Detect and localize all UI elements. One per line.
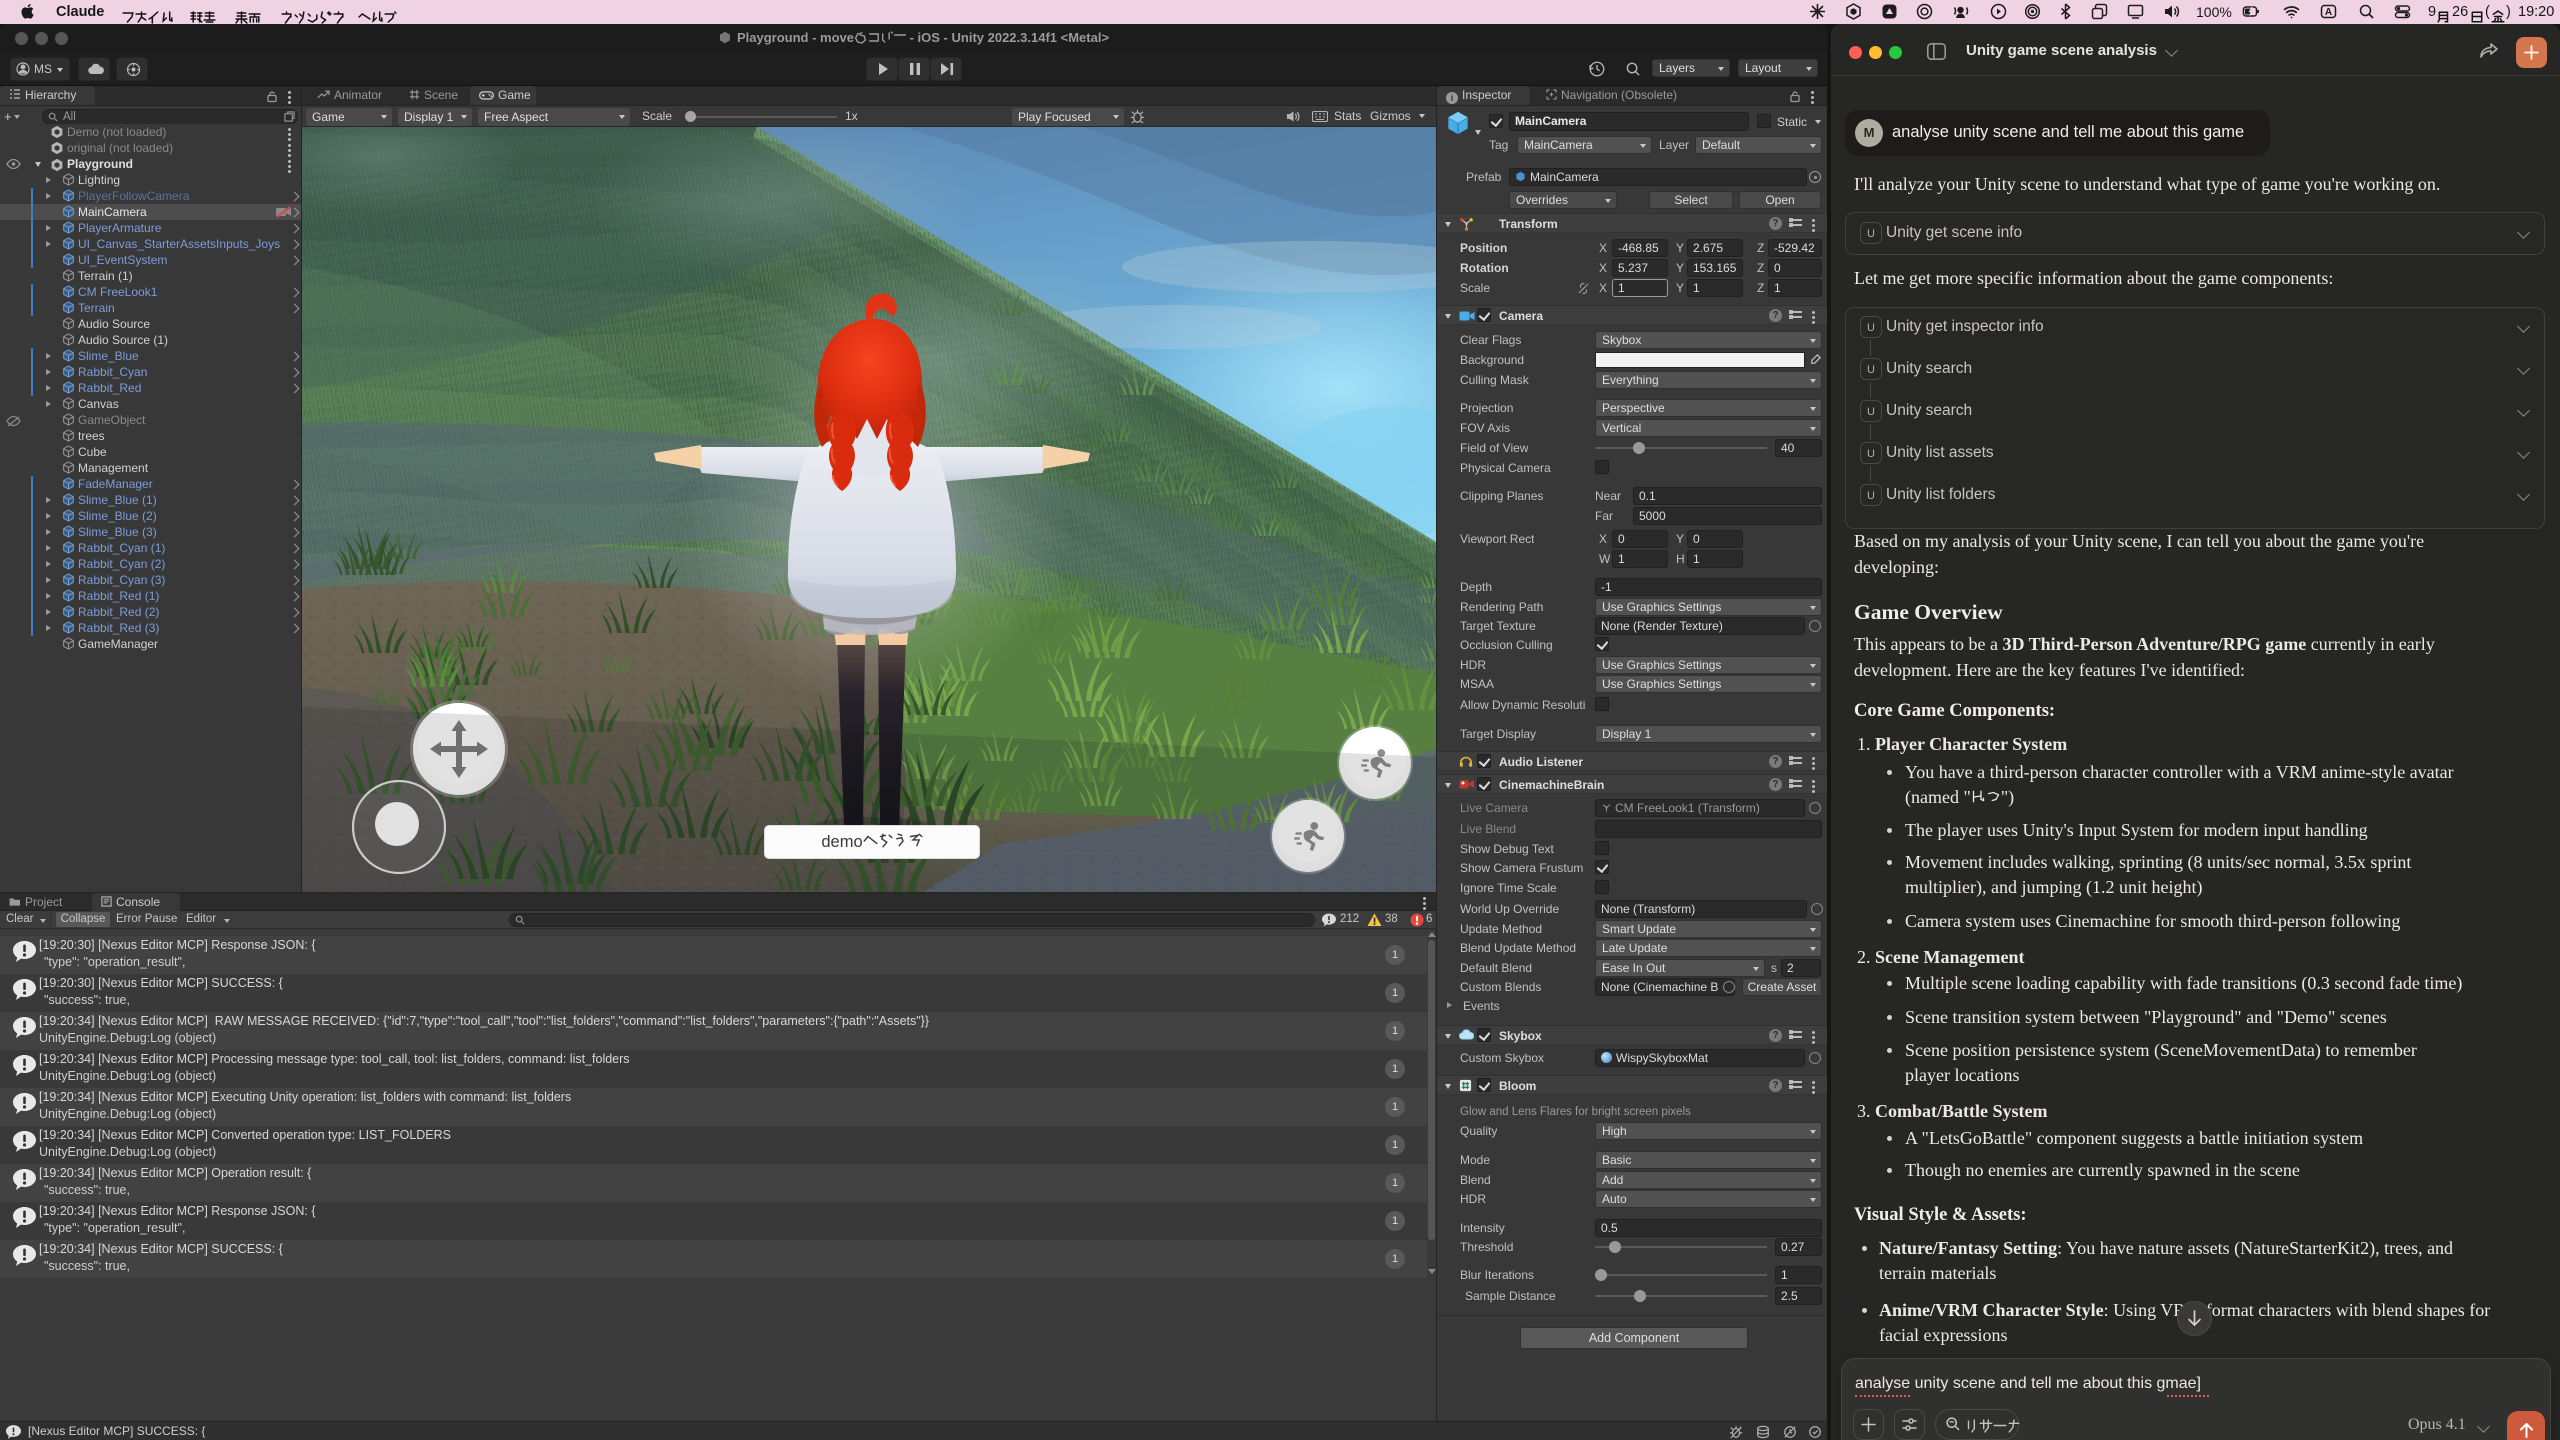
svg-text:A: A <box>2325 7 2332 18</box>
